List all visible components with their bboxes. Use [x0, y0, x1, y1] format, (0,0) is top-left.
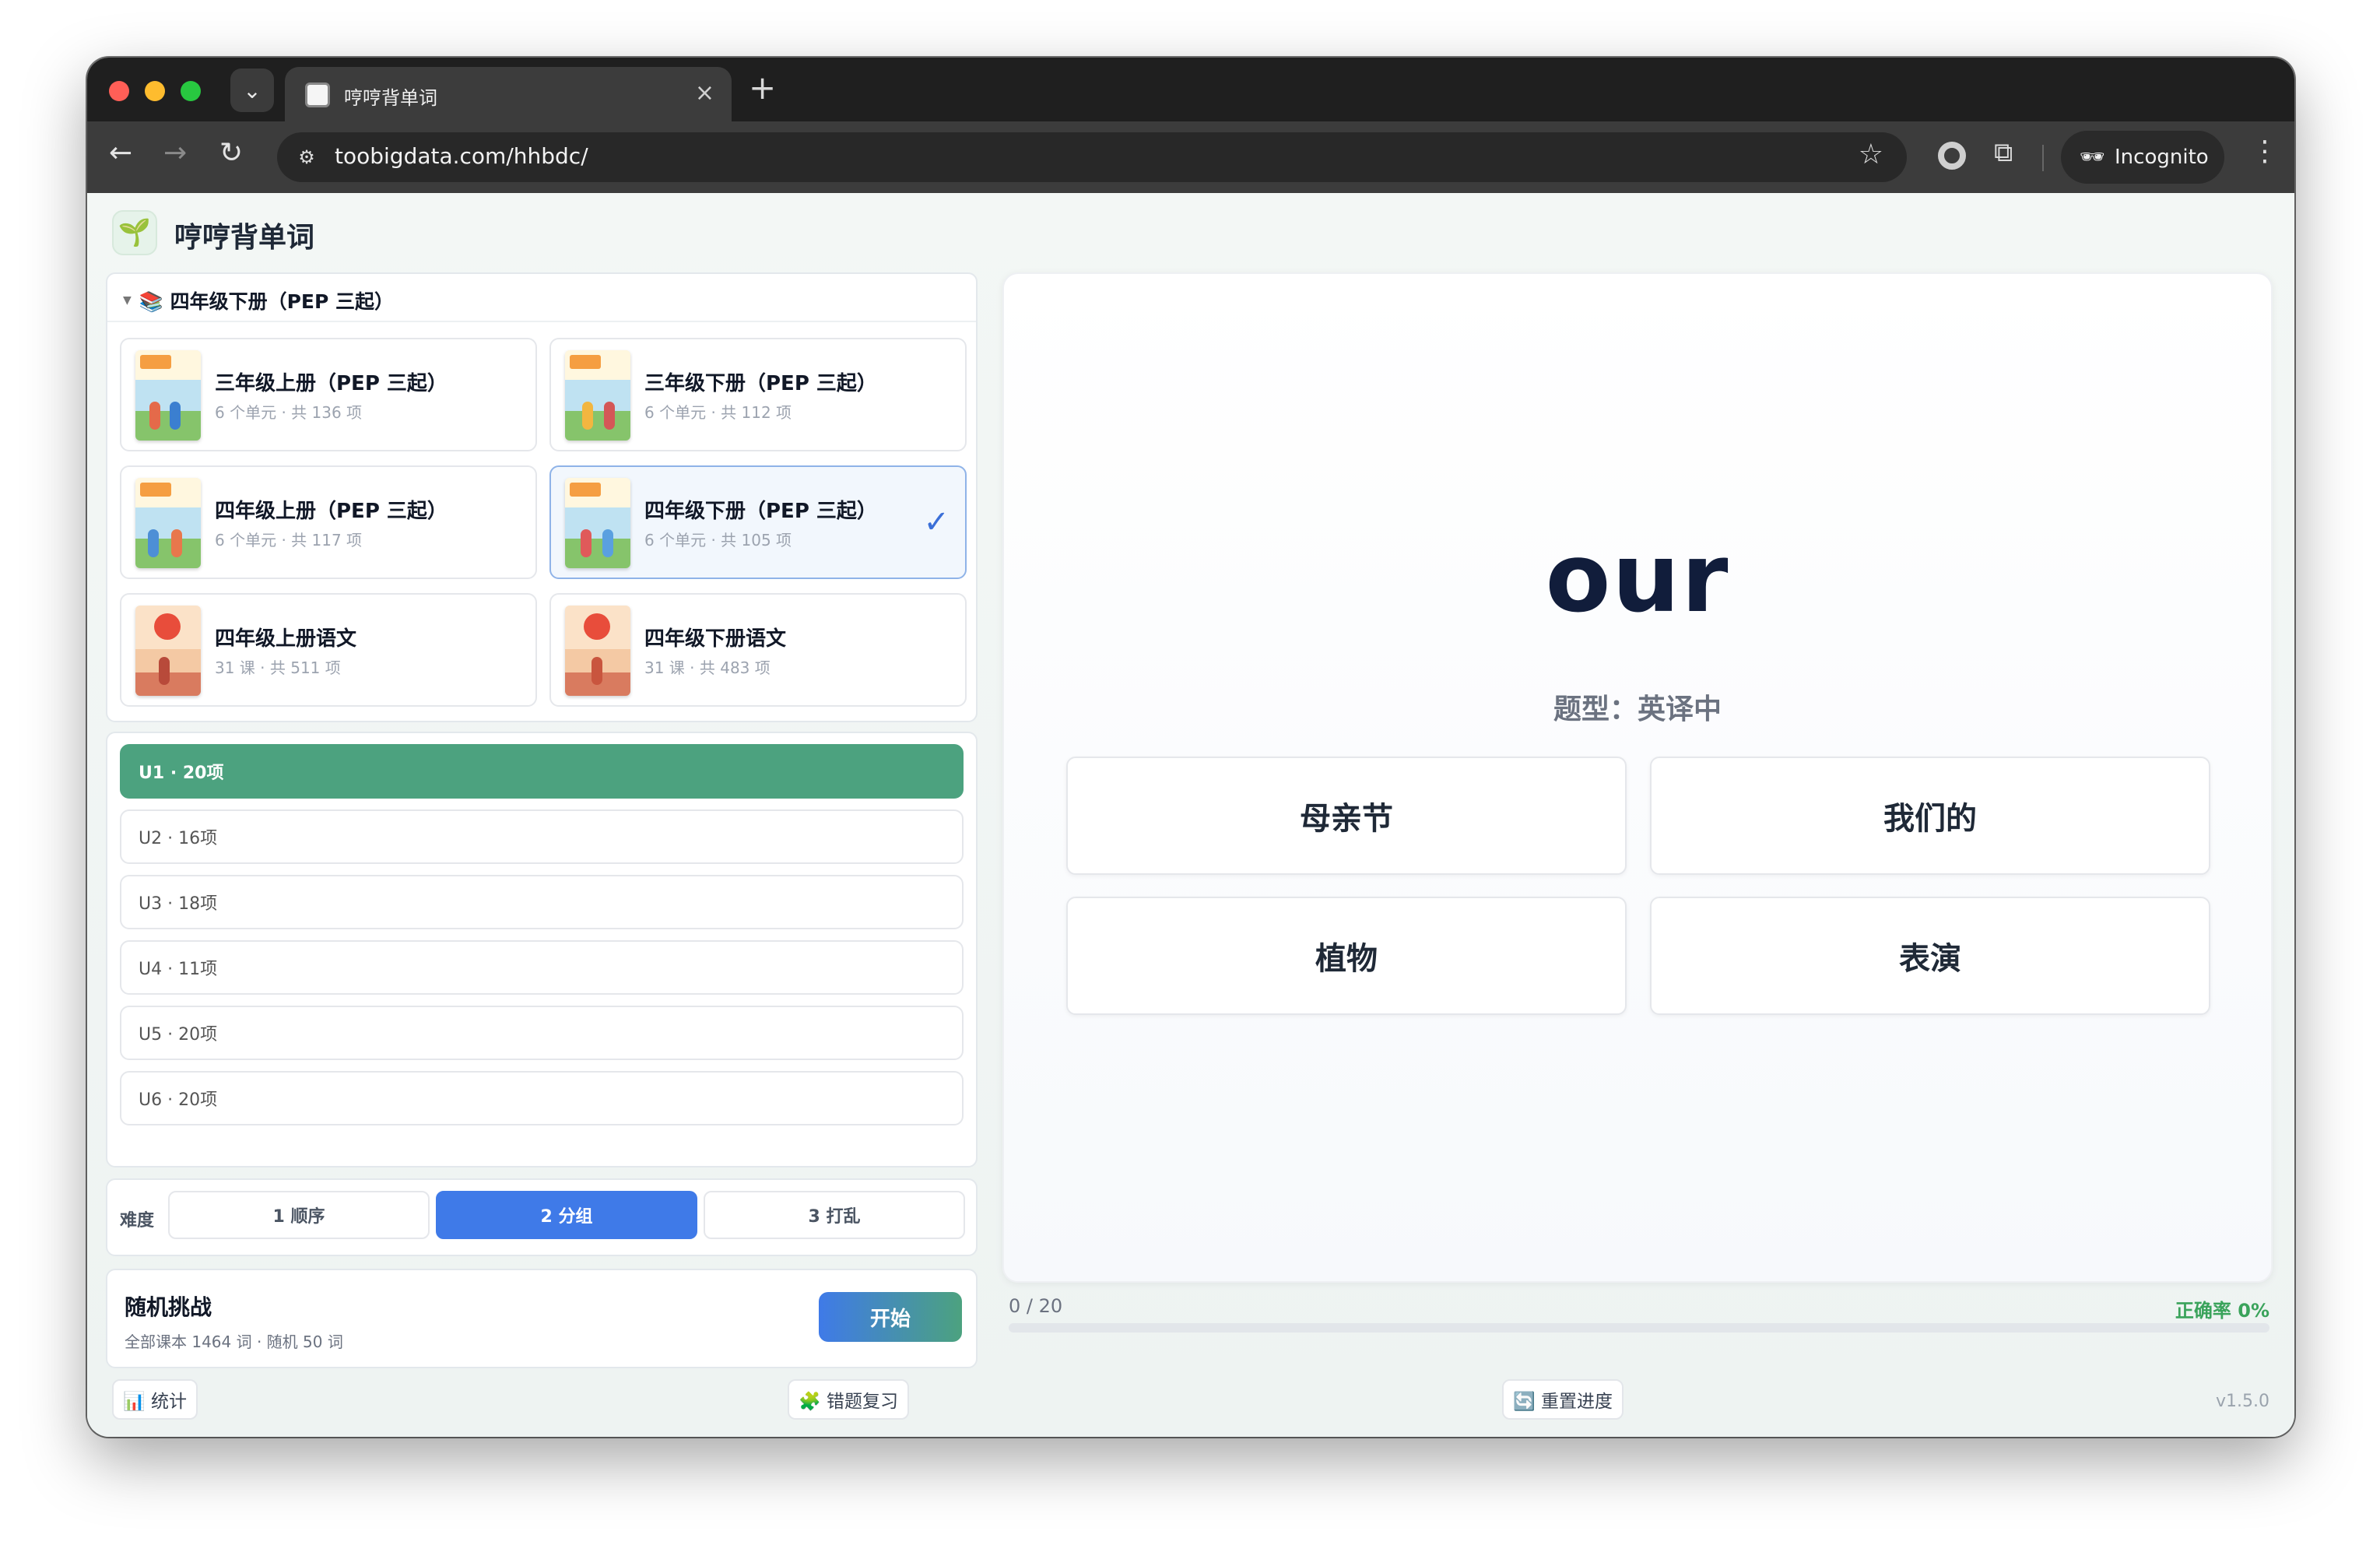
difficulty-shuffle-button[interactable]: 3 打乱 [704, 1191, 965, 1239]
app-root: 🌱 哼哼背单词 ▼ 📚 四年级下册（PEP 三起） 三年级上册（PEP 三起） … [87, 193, 2294, 1437]
toolbar-divider [2042, 145, 2044, 171]
book-title: 四年级上册语文 [215, 627, 357, 651]
book-card[interactable]: 四年级上册（PEP 三起） 6 个单元 · 共 117 项 [120, 465, 537, 579]
address-bar[interactable]: ⚙ toobigdata.com/hhbdc/ ☆ [277, 132, 1907, 182]
incognito-icon: 🕶 [2080, 146, 2106, 169]
progress-bar [1009, 1323, 2269, 1333]
quiz-type-label: 题型：英译中 [1553, 693, 1722, 725]
answer-option[interactable]: 表演 [1650, 897, 2210, 1015]
close-tab-icon[interactable]: × [695, 79, 714, 107]
book-card[interactable]: 三年级下册（PEP 三起） 6 个单元 · 共 112 项 [549, 338, 967, 451]
incognito-badge[interactable]: 🕶 Incognito [2061, 131, 2224, 184]
incognito-label: Incognito [2115, 146, 2209, 169]
unit-item-u4[interactable]: U4 · 11项 [120, 940, 964, 995]
url-text[interactable]: toobigdata.com/hhbdc/ [335, 143, 588, 169]
minimize-window-button[interactable] [145, 81, 165, 101]
book-cover-image [565, 478, 630, 568]
book-meta: 6 个单元 · 共 117 项 [215, 531, 363, 550]
book-cover-image [135, 478, 201, 568]
seedling-icon: 🌱 [112, 210, 157, 255]
unit-item-u5[interactable]: U5 · 20项 [120, 1006, 964, 1060]
reload-icon[interactable]: ↻ [219, 137, 243, 169]
browser-tab[interactable]: 哼哼背单词 × [285, 67, 732, 121]
stats-button[interactable]: 📊 统计 [112, 1379, 198, 1420]
tab-search-button[interactable]: ⌄ [230, 68, 274, 112]
unit-item-u3[interactable]: U3 · 18项 [120, 875, 964, 929]
unit-item-u1[interactable]: U1 · 20项 [120, 744, 964, 799]
favicon-icon [305, 83, 330, 107]
book-meta: 31 课 · 共 511 项 [215, 658, 341, 677]
reset-progress-button[interactable]: 🔄 重置进度 [1502, 1379, 1624, 1420]
answer-option[interactable]: 我们的 [1650, 757, 2210, 875]
divider [107, 321, 976, 322]
difficulty-panel: 难度 1 顺序 2 分组 3 打乱 [106, 1178, 978, 1256]
challenge-title: 随机挑战 [125, 1294, 212, 1320]
tab-title: 哼哼背单词 [344, 87, 437, 109]
book-picker-toggle[interactable]: ▼ 📚 四年级下册（PEP 三起） [123, 286, 394, 314]
version-label: v1.5.0 [2216, 1392, 2269, 1411]
unit-item-u2[interactable]: U2 · 16项 [120, 809, 964, 864]
book-cover-image [565, 606, 630, 696]
book-title: 四年级下册语文 [644, 627, 787, 651]
book-title: 四年级上册（PEP 三起） [215, 500, 448, 523]
difficulty-label: 难度 [120, 1211, 155, 1231]
extension-record-icon[interactable] [1938, 142, 1966, 170]
checkmark-icon: ✓ [923, 504, 950, 540]
app-title: 哼哼背单词 [174, 222, 315, 254]
answer-option[interactable]: 植物 [1066, 897, 1627, 1015]
bookmark-star-icon[interactable]: ☆ [1859, 139, 1883, 170]
book-card-selected[interactable]: 四年级下册（PEP 三起） 6 个单元 · 共 105 项 ✓ [549, 465, 967, 579]
book-meta: 31 课 · 共 483 项 [644, 658, 771, 677]
quiz-card: our 题型：英译中 母亲节 我们的 植物 表演 [1002, 272, 2273, 1283]
start-challenge-button[interactable]: 开始 [819, 1292, 962, 1342]
answer-option[interactable]: 母亲节 [1066, 757, 1627, 875]
book-cover-image [135, 606, 201, 696]
unit-list-panel: U1 · 20项 U2 · 16项 U3 · 18项 U4 · 11项 U5 ·… [106, 732, 978, 1168]
chevron-down-icon: ⌄ [243, 77, 262, 104]
browser-window: ⌄ 哼哼背单词 × + ← → ↻ ⚙ toobigdata.com/hhbdc… [87, 58, 2294, 1437]
difficulty-group-button[interactable]: 2 分组 [436, 1191, 697, 1239]
accuracy-rate: 正确率 0% [2175, 1300, 2269, 1322]
book-card[interactable]: 四年级上册语文 31 课 · 共 511 项 [120, 593, 537, 707]
unit-item-u6[interactable]: U6 · 20项 [120, 1071, 964, 1125]
forward-arrow-icon[interactable]: → [163, 137, 187, 169]
book-meta: 6 个单元 · 共 112 项 [644, 403, 792, 422]
book-cover-image [565, 350, 630, 441]
book-cover-image [135, 350, 201, 441]
book-meta: 6 个单元 · 共 105 项 [644, 531, 792, 550]
wrong-review-button[interactable]: 🧩 错题复习 [788, 1379, 909, 1420]
more-menu-icon[interactable]: ⋮ [2251, 135, 2279, 167]
tab-strip: ⌄ 哼哼背单词 × + [87, 58, 2294, 121]
book-card[interactable]: 四年级下册语文 31 课 · 共 483 项 [549, 593, 967, 707]
extensions-puzzle-icon[interactable]: ⧉ [1994, 137, 2013, 168]
progress-count: 0 / 20 [1009, 1295, 1063, 1317]
quiz-word: our [1545, 523, 1730, 634]
book-picker-panel: ▼ 📚 四年级下册（PEP 三起） 三年级上册（PEP 三起） 6 个单元 · … [106, 272, 978, 722]
new-tab-button[interactable]: + [749, 68, 776, 107]
caret-down-icon: ▼ [123, 294, 132, 307]
difficulty-order-button[interactable]: 1 顺序 [168, 1191, 430, 1239]
site-info-icon[interactable]: ⚙ [293, 143, 321, 171]
book-title: 四年级下册（PEP 三起） [644, 500, 877, 523]
challenge-subtitle: 全部课本 1464 词 · 随机 50 词 [125, 1333, 343, 1351]
book-picker-header: 📚 四年级下册（PEP 三起） [139, 290, 395, 313]
book-title: 三年级上册（PEP 三起） [215, 372, 448, 395]
book-title: 三年级下册（PEP 三起） [644, 372, 877, 395]
book-card[interactable]: 三年级上册（PEP 三起） 6 个单元 · 共 136 项 [120, 338, 537, 451]
book-meta: 6 个单元 · 共 136 项 [215, 403, 363, 422]
close-window-button[interactable] [109, 81, 129, 101]
random-challenge-panel: 随机挑战 全部课本 1464 词 · 随机 50 词 开始 [106, 1269, 978, 1368]
browser-toolbar: ← → ↻ ⚙ toobigdata.com/hhbdc/ ☆ ⧉ 🕶 Inco… [87, 121, 2294, 193]
back-arrow-icon[interactable]: ← [109, 137, 132, 169]
maximize-window-button[interactable] [181, 81, 201, 101]
